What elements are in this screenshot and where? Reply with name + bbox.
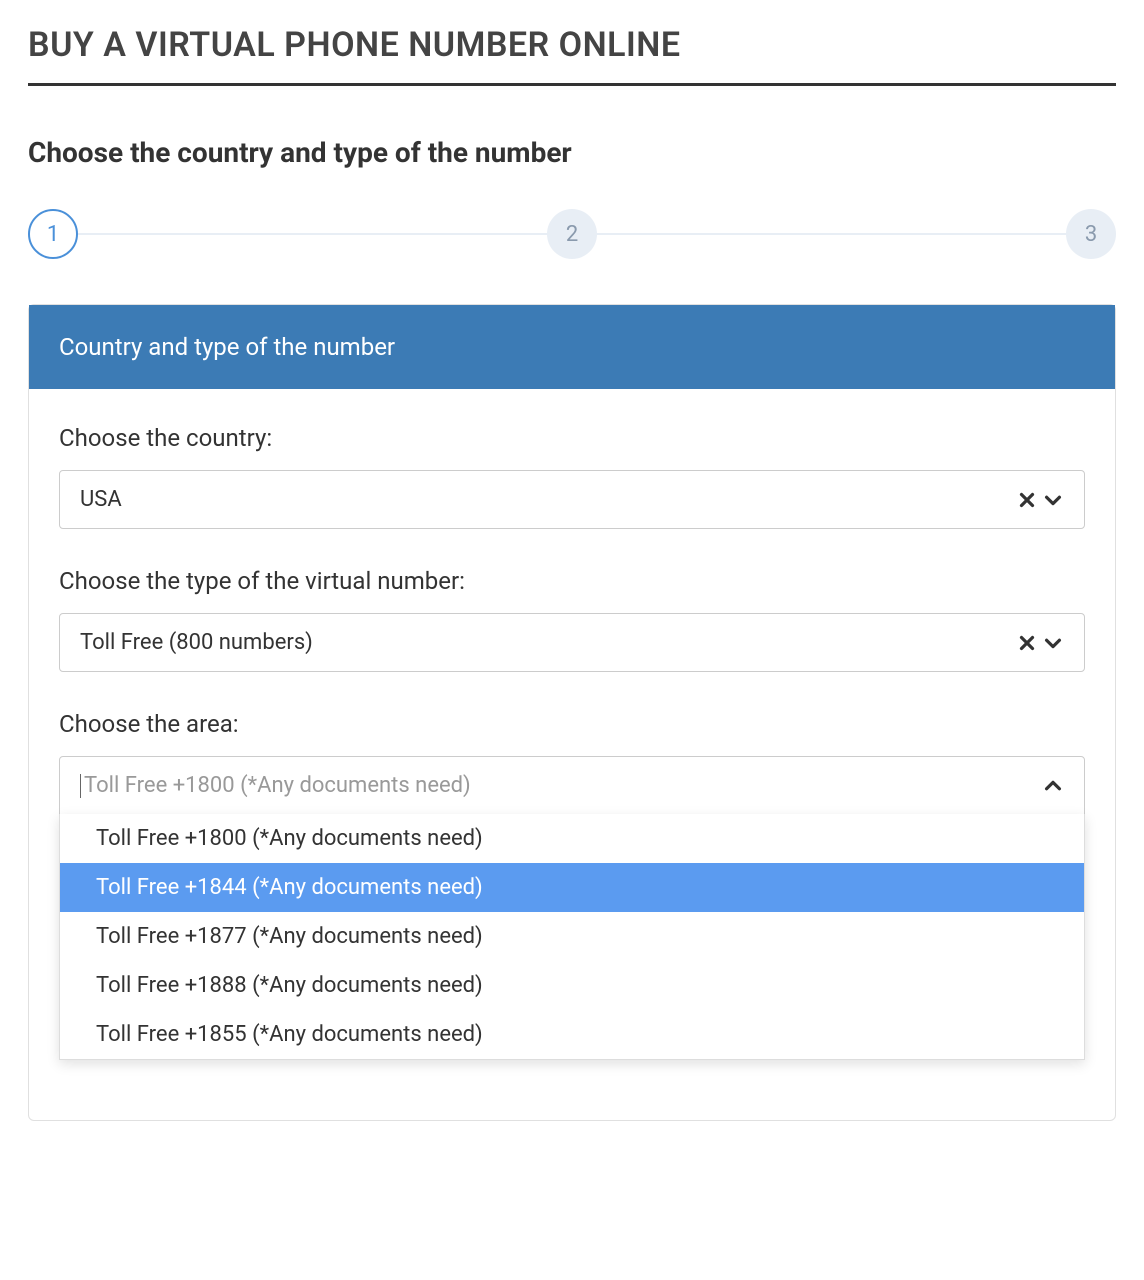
area-option[interactable]: Toll Free +1844 (*Any documents need): [60, 863, 1084, 912]
close-icon[interactable]: [1016, 632, 1038, 654]
type-select[interactable]: Toll Free (800 numbers): [59, 613, 1085, 672]
area-placeholder: Toll Free +1800 (*Any documents need): [80, 773, 1042, 798]
select-icons: [1016, 632, 1064, 654]
page-title: BUY A VIRTUAL PHONE NUMBER ONLINE: [28, 25, 1116, 86]
chevron-up-icon[interactable]: [1042, 775, 1064, 797]
type-field-group: Choose the type of the virtual number: T…: [59, 567, 1085, 672]
area-select[interactable]: Toll Free +1800 (*Any documents need): [59, 756, 1085, 815]
page-subtitle: Choose the country and type of the numbe…: [28, 136, 1116, 169]
area-option[interactable]: Toll Free +1877 (*Any documents need): [60, 912, 1084, 961]
type-label: Choose the type of the virtual number:: [59, 567, 1085, 595]
text-cursor: [80, 774, 81, 798]
area-select-wrapper: Toll Free +1800 (*Any documents need) To…: [59, 756, 1085, 1060]
select-icons: [1042, 775, 1064, 797]
type-value: Toll Free (800 numbers): [80, 630, 1016, 655]
country-label: Choose the country:: [59, 424, 1085, 452]
country-field-group: Choose the country: USA: [59, 424, 1085, 529]
select-icons: [1016, 489, 1064, 511]
area-option[interactable]: Toll Free +1800 (*Any documents need): [60, 814, 1084, 863]
close-icon[interactable]: [1016, 489, 1038, 511]
step-1[interactable]: 1: [28, 209, 78, 259]
country-value: USA: [80, 487, 1016, 512]
step-line: [597, 233, 1066, 235]
step-2[interactable]: 2: [547, 209, 597, 259]
form-card: Country and type of the number Choose th…: [28, 304, 1116, 1121]
card-body: Choose the country: USA Choose the type …: [29, 389, 1115, 1120]
stepper: 1 2 3: [28, 209, 1116, 259]
step-line: [78, 233, 547, 235]
card-header: Country and type of the number: [29, 305, 1115, 389]
area-option[interactable]: Toll Free +1888 (*Any documents need): [60, 961, 1084, 1010]
chevron-down-icon[interactable]: [1042, 632, 1064, 654]
area-field-group: Choose the area: Toll Free +1800 (*Any d…: [59, 710, 1085, 1060]
area-option[interactable]: Toll Free +1855 (*Any documents need): [60, 1010, 1084, 1059]
area-dropdown: Toll Free +1800 (*Any documents need) To…: [59, 814, 1085, 1060]
step-3[interactable]: 3: [1066, 209, 1116, 259]
area-label: Choose the area:: [59, 710, 1085, 738]
chevron-down-icon[interactable]: [1042, 489, 1064, 511]
country-select[interactable]: USA: [59, 470, 1085, 529]
